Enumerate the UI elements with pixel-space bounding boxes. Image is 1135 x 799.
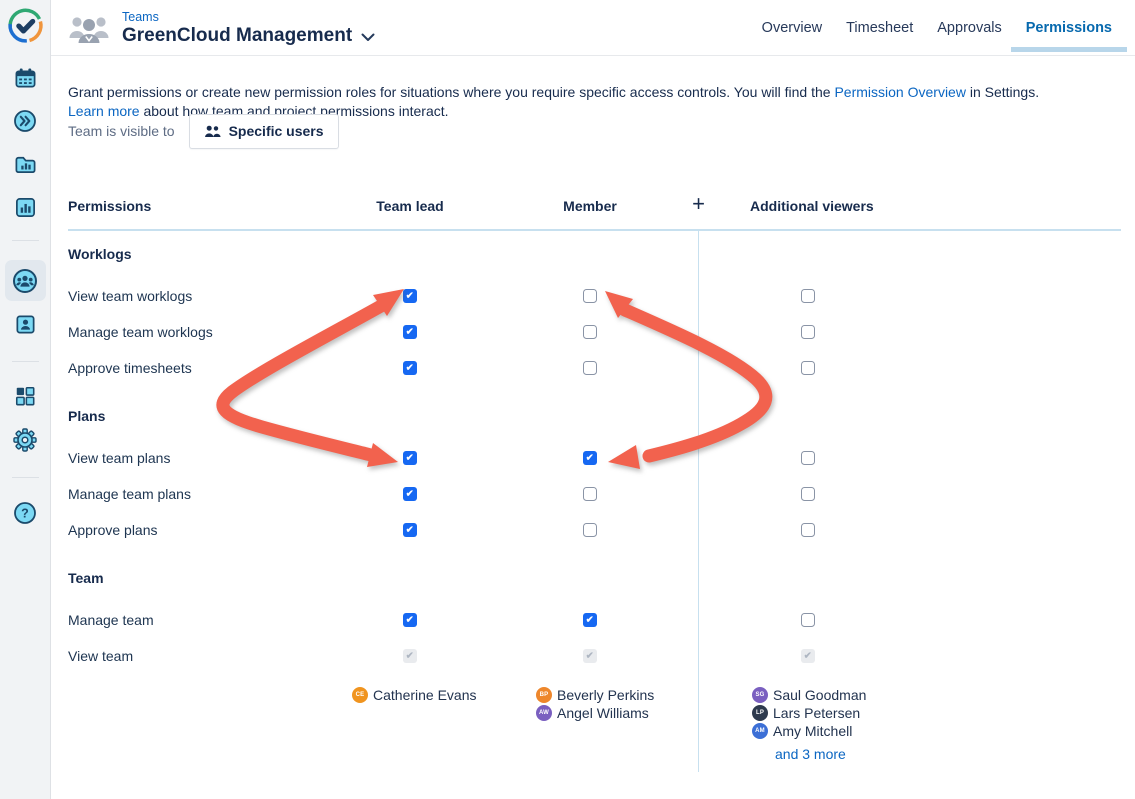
user-name-angel-williams: Angel Williams: [557, 705, 649, 721]
team-group-avatar: [68, 12, 110, 48]
visibility-label: Team is visible to: [68, 123, 175, 139]
permission-overview-link[interactable]: Permission Overview: [834, 84, 965, 100]
checkbox-team-lead-manage-team-plans[interactable]: [403, 487, 417, 501]
permissions-column-header: Permissions: [68, 198, 151, 214]
checkbox-team-lead-view-team-worklogs[interactable]: [403, 289, 417, 303]
avatar-beverly-perkins: BP: [536, 687, 552, 703]
user-name-beverly-perkins: Beverly Perkins: [557, 687, 654, 703]
team-switcher[interactable]: Teams GreenCloud Management: [68, 10, 375, 48]
chart-icon[interactable]: [12, 194, 38, 220]
page-title: GreenCloud Management: [122, 24, 352, 48]
checkbox-member-approve-plans[interactable]: [583, 523, 597, 537]
header-tabs: Overview Timesheet Approvals Permissions: [762, 0, 1112, 56]
help-icon[interactable]: ?: [12, 500, 38, 526]
checkbox-member-manage-team[interactable]: [583, 613, 597, 627]
checkbox-member-view-team-worklogs[interactable]: [583, 289, 597, 303]
sidebar-divider: [12, 361, 39, 362]
double-chevron-icon[interactable]: [12, 108, 38, 134]
and-more-link[interactable]: and 3 more: [775, 746, 846, 762]
add-role-column-button[interactable]: +: [686, 191, 711, 217]
sidebar-divider: [12, 477, 39, 478]
tab-approvals[interactable]: Approvals: [937, 20, 1001, 36]
tab-timesheet[interactable]: Timesheet: [846, 20, 913, 36]
checkbox-member-manage-team-plans[interactable]: [583, 487, 597, 501]
permission-row-label-approve-timesheets: Approve timesheets: [68, 360, 192, 376]
table-header-rule: [68, 229, 1121, 231]
avatar-saul-goodman: SG: [752, 687, 768, 703]
tab-permissions[interactable]: Permissions: [1026, 20, 1112, 36]
annotation-arrow-left: [223, 289, 404, 467]
checkbox-viewers-manage-team[interactable]: [801, 613, 815, 627]
permission-row-label-manage-team-plans: Manage team plans: [68, 486, 191, 502]
avatar-amy-mitchell: AM: [752, 723, 768, 739]
checkbox-viewers-approve-timesheets[interactable]: [801, 361, 815, 375]
page-header: Teams GreenCloud Management Overview Time…: [51, 0, 1135, 56]
apps-grid-icon[interactable]: [12, 383, 38, 409]
checkbox-member-view-team-plans[interactable]: [583, 451, 597, 465]
calendar-icon[interactable]: [12, 65, 38, 91]
checkbox-member-view-team: [583, 649, 597, 663]
checkbox-team-lead-approve-timesheets[interactable]: [403, 361, 417, 375]
avatar-catherine-evans: CE: [352, 687, 368, 703]
permission-row-label-view-team-worklogs: View team worklogs: [68, 288, 192, 304]
team-permissions-page: ? Teams GreenCloud Management: [0, 0, 1135, 799]
additional-viewers-column-header: Additional viewers: [750, 198, 874, 214]
user-icon[interactable]: [12, 311, 38, 337]
user-name-saul-goodman: Saul Goodman: [773, 687, 866, 703]
avatar-angel-williams: AW: [536, 705, 552, 721]
checkbox-team-lead-manage-team-worklogs[interactable]: [403, 325, 417, 339]
specific-users-button[interactable]: Specific users: [189, 114, 339, 149]
checkbox-member-manage-team-worklogs[interactable]: [583, 325, 597, 339]
avatar-lars-petersen: LP: [752, 705, 768, 721]
checkbox-viewers-approve-plans[interactable]: [801, 523, 815, 537]
member-column-header: Member: [520, 198, 660, 214]
permission-row-label-approve-plans: Approve plans: [68, 522, 158, 538]
teams-icon[interactable]: [12, 268, 38, 294]
intro-text: Grant permissions or create new permissi…: [68, 84, 834, 100]
people-icon: [204, 125, 221, 138]
column-divider: [698, 231, 699, 772]
chevron-down-icon[interactable]: [361, 33, 375, 42]
team-visibility-row: Team is visible to Specific users: [68, 113, 339, 149]
checkbox-team-lead-view-team-plans[interactable]: [403, 451, 417, 465]
sidebar-divider: [12, 240, 39, 241]
settings-gear-icon[interactable]: [12, 427, 38, 453]
permission-row-label-manage-team-worklogs: Manage team worklogs: [68, 324, 213, 340]
annotation-arrow-right: [605, 291, 766, 469]
section-title-team: Team: [68, 570, 104, 586]
app-sidebar: ?: [0, 0, 51, 799]
checkbox-viewers-view-team: [801, 649, 815, 663]
user-name-amy-mitchell: Amy Mitchell: [773, 723, 852, 739]
breadcrumb-teams-link[interactable]: Teams: [122, 10, 375, 24]
checkbox-member-approve-timesheets[interactable]: [583, 361, 597, 375]
team-lead-column-header: Team lead: [340, 198, 480, 214]
user-name-catherine-evans: Catherine Evans: [373, 687, 477, 703]
user-name-lars-petersen: Lars Petersen: [773, 705, 860, 721]
checkbox-viewers-manage-team-worklogs[interactable]: [801, 325, 815, 339]
checkbox-viewers-view-team-worklogs[interactable]: [801, 289, 815, 303]
checkbox-team-lead-approve-plans[interactable]: [403, 523, 417, 537]
checkbox-team-lead-manage-team[interactable]: [403, 613, 417, 627]
checkbox-team-lead-view-team: [403, 649, 417, 663]
permission-row-label-manage-team: Manage team: [68, 612, 154, 628]
permission-row-label-view-team-plans: View team plans: [68, 450, 170, 466]
reports-folder-icon[interactable]: [12, 151, 38, 177]
section-title-worklogs: Worklogs: [68, 246, 132, 262]
tempo-logo[interactable]: [7, 7, 44, 44]
checkbox-viewers-manage-team-plans[interactable]: [801, 487, 815, 501]
checkbox-viewers-view-team-plans[interactable]: [801, 451, 815, 465]
svg-text:?: ?: [21, 506, 29, 520]
section-title-plans: Plans: [68, 408, 105, 424]
specific-users-label: Specific users: [229, 123, 324, 139]
intro-text: in Settings.: [966, 84, 1039, 100]
tab-overview[interactable]: Overview: [762, 20, 822, 36]
permission-row-label-view-team: View team: [68, 648, 133, 664]
